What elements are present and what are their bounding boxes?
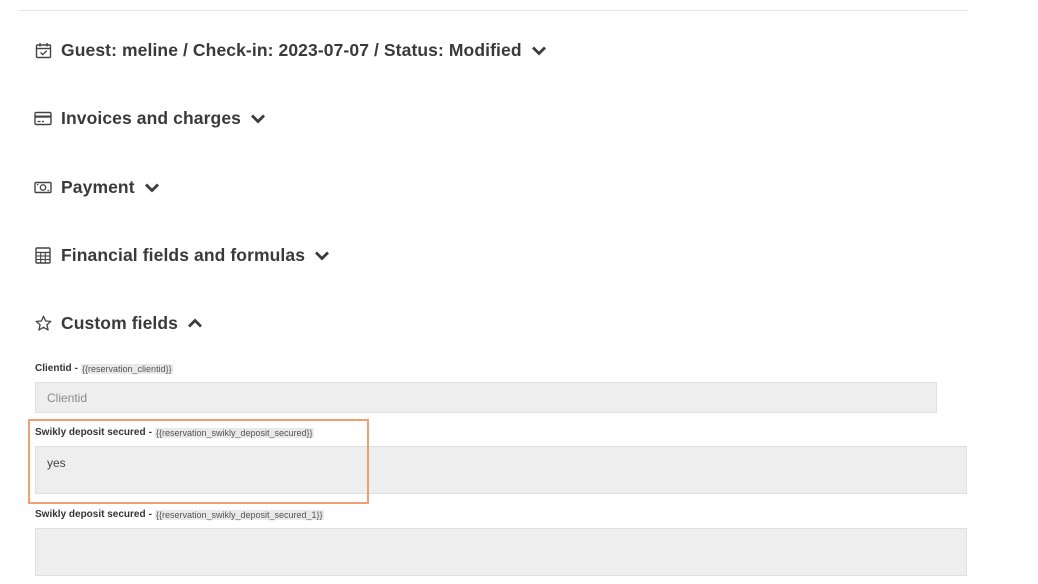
section-title-custom: Custom fields (61, 312, 179, 333)
label-separator: - (148, 427, 152, 438)
section-title-financial: Financial fields and formulas (61, 244, 306, 265)
money-bill-icon (34, 178, 52, 196)
chevron-down-icon (314, 249, 330, 261)
top-divider (18, 10, 968, 11)
credit-card-icon (34, 109, 52, 127)
star-icon (34, 314, 52, 332)
field-template-tag: {{reservation_swikly_deposit_secured_1}} (154, 509, 324, 520)
swikly-deposit-secured-1-textarea[interactable] (35, 528, 967, 576)
clientid-input[interactable] (35, 382, 937, 413)
chevron-down-icon (531, 44, 547, 56)
chevron-up-icon (187, 317, 203, 329)
section-header-reservation[interactable]: Guest: meline / Check-in: 2023-07-07 / S… (34, 38, 547, 62)
section-header-financial[interactable]: Financial fields and formulas (34, 243, 330, 267)
section-header-custom[interactable]: Custom fields (34, 311, 203, 335)
field-label-clientid: Clientid - {{reservation_clientid}} (35, 363, 173, 374)
field-label-swikly-deposit-secured: Swikly deposit secured - {{reservation_s… (35, 427, 314, 438)
calendar-check-icon (34, 41, 52, 59)
section-title-invoices: Invoices and charges (61, 107, 241, 128)
chevron-down-icon (144, 181, 160, 193)
field-label-text: Swikly deposit secured (35, 427, 146, 438)
section-title-reservation: Guest: meline / Check-in: 2023-07-07 / S… (61, 39, 522, 60)
label-separator: - (74, 363, 79, 374)
field-label-swikly-deposit-secured-1: Swikly deposit secured - {{reservation_s… (35, 509, 324, 520)
field-template-tag: {{reservation_swikly_deposit_secured}} (154, 427, 314, 438)
calculator-icon (34, 246, 52, 264)
swikly-deposit-secured-textarea[interactable]: yes (35, 446, 967, 494)
section-header-payment[interactable]: Payment (34, 175, 160, 199)
field-label-text: Clientid (35, 363, 72, 374)
field-label-text: Swikly deposit secured (35, 509, 146, 520)
section-title-payment: Payment (61, 176, 135, 197)
chevron-down-icon (250, 112, 266, 124)
section-header-invoices[interactable]: Invoices and charges (34, 106, 266, 130)
label-separator: - (148, 509, 152, 520)
field-template-tag: {{reservation_clientid}} (81, 363, 173, 374)
